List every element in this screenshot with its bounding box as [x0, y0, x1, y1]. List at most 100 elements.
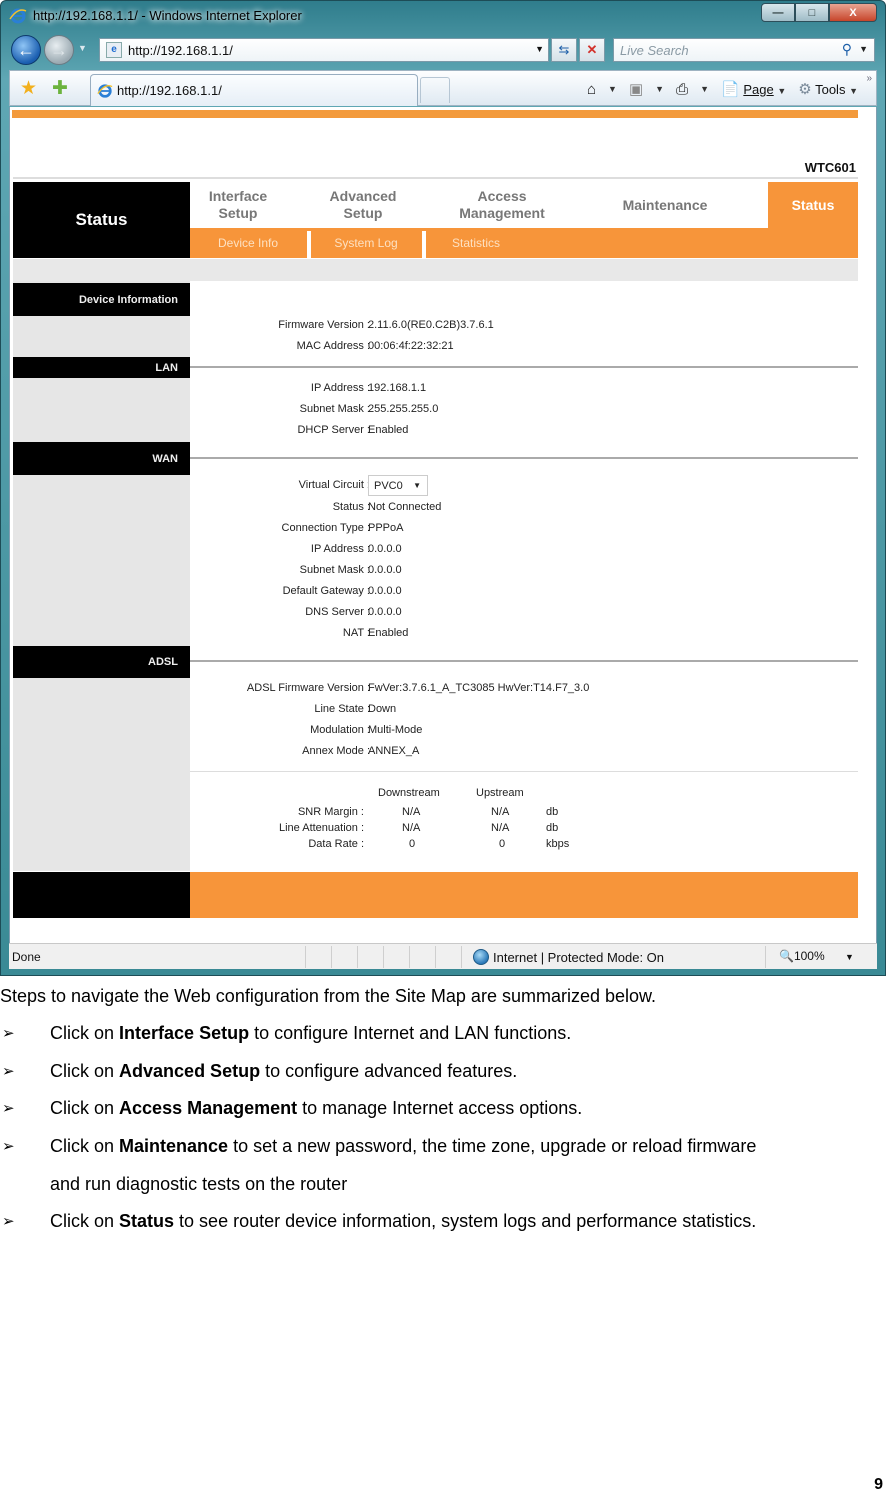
- row-label: DNS Server :: [305, 606, 370, 618]
- security-zone[interactable]: Internet | Protected Mode: On: [473, 949, 664, 965]
- row-label: IP Address :: [310, 543, 370, 555]
- chevron-more-icon[interactable]: »: [866, 73, 872, 84]
- address-bar[interactable]: e http://192.168.1.1/ ▼: [99, 38, 549, 62]
- list-item: Click on Maintenance to set a new passwo…: [50, 1136, 756, 1157]
- row-value: Not Connected: [368, 501, 442, 513]
- subnav-statistics[interactable]: Statistics: [426, 228, 526, 258]
- add-favorite-icon[interactable]: ✚: [52, 77, 68, 100]
- nav-status[interactable]: Status: [768, 182, 858, 228]
- row-value: 192.168.1.1: [368, 382, 427, 394]
- search-icon[interactable]: ⚲: [842, 41, 852, 58]
- search-dropdown-icon[interactable]: ▼: [859, 44, 868, 54]
- browser-tab[interactable]: http://192.168.1.1/: [90, 74, 418, 106]
- nav-access-management[interactable]: Access Management: [442, 182, 562, 228]
- row-value: FwVer:3.7.6.1_A_TC3085 HwVer:T14.F7_3.0: [368, 682, 590, 694]
- nav-label: Maintenance: [622, 196, 708, 213]
- rss-feed-icon[interactable]: ▣: [629, 80, 643, 98]
- info-row: Subnet Mask :0.0.0.0: [190, 560, 690, 580]
- minimize-button[interactable]: —: [761, 3, 795, 22]
- row-label: DHCP Server :: [297, 424, 370, 436]
- search-input[interactable]: Live Search ⚲ ▼: [613, 38, 875, 62]
- window-title: http://192.168.1.1/ - Windows Internet E…: [33, 8, 302, 23]
- info-row: Default Gateway :0.0.0.0: [190, 581, 690, 601]
- page-menu[interactable]: 📄 Page ▼: [721, 80, 786, 98]
- home-icon[interactable]: ⌂: [587, 81, 596, 98]
- print-dropdown-icon[interactable]: ▼: [700, 84, 709, 94]
- zoom-level[interactable]: 🔍100%: [779, 949, 825, 963]
- subnav-device-info[interactable]: Device Info: [190, 228, 306, 258]
- section-wan: WAN: [13, 442, 190, 475]
- tools-dropdown-icon: ▼: [849, 86, 858, 96]
- refresh-button[interactable]: ⇆: [551, 38, 577, 62]
- favorites-star-icon[interactable]: ★: [20, 77, 37, 100]
- row-value: Down: [368, 703, 397, 715]
- virtual-circuit-select[interactable]: PVC0 ▼: [368, 475, 428, 496]
- info-row: Status : Not Connected: [190, 497, 690, 517]
- page-viewport: WTC601 Status Interface Setup Advanced Set…: [9, 107, 877, 943]
- nav-label: Interface: [208, 188, 268, 204]
- status-divider: [409, 946, 410, 968]
- stat-label: Data Rate :: [308, 838, 364, 850]
- new-tab-button[interactable]: [420, 77, 450, 103]
- section-divider: [190, 660, 858, 662]
- subnav-system-log[interactable]: System Log: [311, 228, 421, 258]
- router-model: WTC601: [804, 160, 856, 175]
- nav-advanced-setup[interactable]: Advanced Setup: [308, 182, 418, 228]
- item-text: Click on: [50, 1023, 120, 1043]
- close-button[interactable]: X: [829, 3, 877, 22]
- stop-button[interactable]: ✕: [579, 38, 605, 62]
- page-dropdown-icon: ▼: [777, 86, 787, 96]
- stop-icon: ✕: [586, 42, 598, 57]
- info-row: DNS Server :0.0.0.0: [190, 602, 690, 622]
- stat-downstream: N/A: [402, 822, 421, 834]
- status-bar: Done Internet | Protected Mode: On 🔍100%…: [9, 943, 877, 969]
- row-label: MAC Address :: [296, 340, 370, 352]
- home-dropdown-icon[interactable]: ▼: [608, 84, 617, 94]
- page-icon: e: [106, 42, 122, 58]
- nav-interface-setup[interactable]: Interface Setup: [190, 182, 286, 228]
- tools-menu[interactable]: ⚙ Tools ▼: [798, 80, 858, 98]
- stat-label: SNR Margin :: [297, 806, 364, 818]
- stat-upstream: N/A: [491, 806, 510, 818]
- section-device-information: Device Information: [13, 283, 190, 316]
- status-divider: [357, 946, 358, 968]
- row-value: PPPoA: [368, 522, 404, 534]
- row-label: Modulation :: [310, 724, 370, 736]
- back-button[interactable]: ←: [11, 35, 41, 65]
- info-row: Virtual Circuit : PVC0 ▼: [190, 475, 690, 497]
- stat-upstream: N/A: [491, 822, 510, 834]
- favorites-bar: ★ ✚ http://192.168.1.1/ ⌂ ▼ ▣ ▼ ⎙ ▼ 📄 Page …: [9, 70, 877, 106]
- nav-maintenance[interactable]: Maintenance: [590, 182, 740, 228]
- main-nav: Interface Setup Advanced Setup Access Manag…: [190, 182, 858, 228]
- search-placeholder: Live Search: [620, 43, 689, 58]
- tools-menu-label: Tools: [815, 82, 846, 97]
- nav-label: Access: [477, 188, 527, 204]
- row-label: Annex Mode :: [302, 745, 370, 757]
- info-row: Subnet Mask :255.255.255.0: [190, 399, 690, 419]
- maximize-button[interactable]: □: [795, 3, 829, 22]
- address-dropdown-icon[interactable]: ▼: [535, 44, 544, 54]
- arrow-left-icon: ←: [17, 39, 35, 60]
- history-dropdown-icon[interactable]: ▼: [78, 43, 87, 53]
- bullet-arrow-icon: ➢: [2, 1025, 15, 1042]
- print-icon[interactable]: ⎙: [676, 81, 688, 98]
- feed-dropdown-icon[interactable]: ▼: [655, 84, 664, 94]
- info-row: Line State : Down: [190, 699, 690, 719]
- grey-strip: [13, 259, 858, 281]
- row-value: ANNEX_A: [368, 745, 420, 757]
- item-text: to configure Internet and LAN functions.: [249, 1023, 572, 1043]
- globe-icon: [473, 949, 489, 965]
- forward-button[interactable]: →: [44, 35, 74, 65]
- col-header-upstream: Upstream: [476, 787, 524, 799]
- sub-nav: Device Info System Log Statistics: [190, 228, 858, 258]
- info-row: Modulation : Multi-Mode: [190, 720, 690, 740]
- zoom-dropdown-icon[interactable]: ▼: [845, 952, 854, 962]
- row-label: Connection Type :: [281, 522, 370, 534]
- page-number: 9: [874, 1476, 883, 1493]
- row-label: NAT :: [342, 627, 370, 639]
- bullet-arrow-icon: ➢: [2, 1138, 15, 1155]
- stats-divider: [190, 771, 858, 772]
- col-header-downstream: Downstream: [378, 787, 440, 799]
- item-bold: Access Management: [119, 1098, 298, 1118]
- page-menu-label: Page: [743, 82, 774, 97]
